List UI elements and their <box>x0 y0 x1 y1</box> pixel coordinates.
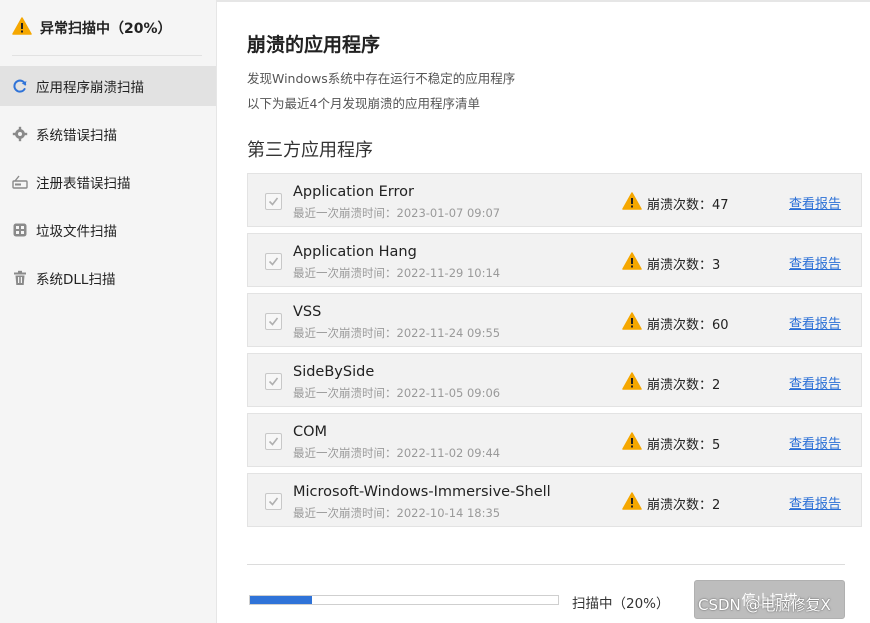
junk-box-icon <box>12 222 28 238</box>
crash-count: 崩溃次数：3 <box>647 258 721 273</box>
view-report-link[interactable]: 查看报告 <box>789 253 841 272</box>
warning-icon <box>622 432 642 450</box>
last-crash-time: 最近一次崩溃时间：2022-10-14 18:35 <box>293 506 501 520</box>
last-crash-time: 最近一次崩溃时间：2023-01-07 09:07 <box>293 206 501 220</box>
app-name: Application Error <box>293 184 414 200</box>
scan-progress-bar <box>249 595 559 605</box>
last-crash-time: 最近一次崩溃时间：2022-11-02 09:44 <box>293 446 501 460</box>
crash-app-list: Application Error 最近一次崩溃时间：2023-01-07 09… <box>247 173 862 533</box>
app-name: SideBySide <box>293 364 375 380</box>
warning-icon <box>622 312 642 330</box>
page-title: 崩溃的应用程序 <box>247 34 381 56</box>
view-report-link[interactable]: 查看报告 <box>789 433 841 452</box>
sidebar-item-app-crash-scan[interactable]: 应用程序崩溃扫描 <box>0 66 216 106</box>
warning-icon <box>12 17 32 39</box>
app-name: Microsoft-Windows-Immersive-Shell <box>293 484 551 500</box>
sidebar-item-label: 系统DLL扫描 <box>36 272 116 288</box>
list-item: Application Error 最近一次崩溃时间：2023-01-07 09… <box>247 173 862 227</box>
last-crash-time: 最近一次崩溃时间：2022-11-05 09:06 <box>293 386 501 400</box>
crash-count: 崩溃次数：2 <box>647 498 721 513</box>
app-checkbox[interactable] <box>265 193 282 210</box>
sidebar-item-registry-scan[interactable]: 注册表错误扫描 <box>0 162 216 202</box>
sidebar-item-label: 注册表错误扫描 <box>36 176 131 192</box>
last-crash-time: 最近一次崩溃时间：2022-11-29 10:14 <box>293 266 501 280</box>
crash-count: 崩溃次数：47 <box>647 198 729 213</box>
footer-divider <box>247 564 845 565</box>
app-checkbox[interactable] <box>265 433 282 450</box>
registry-icon <box>12 174 28 190</box>
warning-icon <box>622 372 642 390</box>
page-description: 发现Windows系统中存在运行不稳定的应用程序 <box>247 71 516 86</box>
sidebar: 异常扫描中（20%） 应用程序崩溃扫描 系统错误扫描 注册表错误扫描 垃圾文件扫… <box>0 0 217 623</box>
sidebar-item-label: 系统错误扫描 <box>36 128 117 144</box>
warning-icon <box>622 492 642 510</box>
list-item: SideBySide 最近一次崩溃时间：2022-11-05 09:06 崩溃次… <box>247 353 862 407</box>
sidebar-nav: 应用程序崩溃扫描 系统错误扫描 注册表错误扫描 垃圾文件扫描 系统DLL扫描 <box>0 66 216 306</box>
list-item: VSS 最近一次崩溃时间：2022-11-24 09:55 崩溃次数：60 查看… <box>247 293 862 347</box>
main-panel: 崩溃的应用程序 发现Windows系统中存在运行不稳定的应用程序 以下为最近4个… <box>247 0 862 623</box>
warning-icon <box>622 192 642 210</box>
sidebar-item-system-dll-scan[interactable]: 系统DLL扫描 <box>0 258 216 298</box>
sidebar-item-label: 应用程序崩溃扫描 <box>36 80 144 96</box>
sidebar-item-system-error-scan[interactable]: 系统错误扫描 <box>0 114 216 154</box>
app-name: Application Hang <box>293 244 417 260</box>
crash-count: 崩溃次数：60 <box>647 318 729 333</box>
sidebar-item-label: 垃圾文件扫描 <box>36 224 117 240</box>
refresh-icon <box>12 78 28 94</box>
list-item: COM 最近一次崩溃时间：2022-11-02 09:44 崩溃次数：5 查看报… <box>247 413 862 467</box>
view-report-link[interactable]: 查看报告 <box>789 493 841 512</box>
trash-icon <box>12 270 28 286</box>
last-crash-time: 最近一次崩溃时间：2022-11-24 09:55 <box>293 326 501 340</box>
sidebar-item-junk-file-scan[interactable]: 垃圾文件扫描 <box>0 210 216 250</box>
section-title: 第三方应用程序 <box>247 140 373 161</box>
scan-status: 异常扫描中（20%） <box>0 0 216 56</box>
app-checkbox[interactable] <box>265 493 282 510</box>
watermark: CSDN @电脑修复X <box>698 596 831 614</box>
sidebar-divider <box>12 55 202 56</box>
gear-icon <box>12 126 28 142</box>
view-report-link[interactable]: 查看报告 <box>789 193 841 212</box>
list-item: Application Hang 最近一次崩溃时间：2022-11-29 10:… <box>247 233 862 287</box>
scan-status-title: 异常扫描中（20%） <box>40 21 172 37</box>
crash-count: 崩溃次数：5 <box>647 438 721 453</box>
warning-icon <box>622 252 642 270</box>
app-checkbox[interactable] <box>265 373 282 390</box>
list-item: Microsoft-Windows-Immersive-Shell 最近一次崩溃… <box>247 473 862 527</box>
app-checkbox[interactable] <box>265 253 282 270</box>
scan-progress-fill <box>250 596 312 604</box>
app-name: COM <box>293 424 328 440</box>
crash-count: 崩溃次数：2 <box>647 378 721 393</box>
page-subdescription: 以下为最近4个月发现崩溃的应用程序清单 <box>247 96 480 111</box>
app-name: VSS <box>293 304 322 320</box>
app-checkbox[interactable] <box>265 313 282 330</box>
view-report-link[interactable]: 查看报告 <box>789 373 841 392</box>
view-report-link[interactable]: 查看报告 <box>789 313 841 332</box>
scan-progress-label: 扫描中（20%） <box>572 596 670 612</box>
